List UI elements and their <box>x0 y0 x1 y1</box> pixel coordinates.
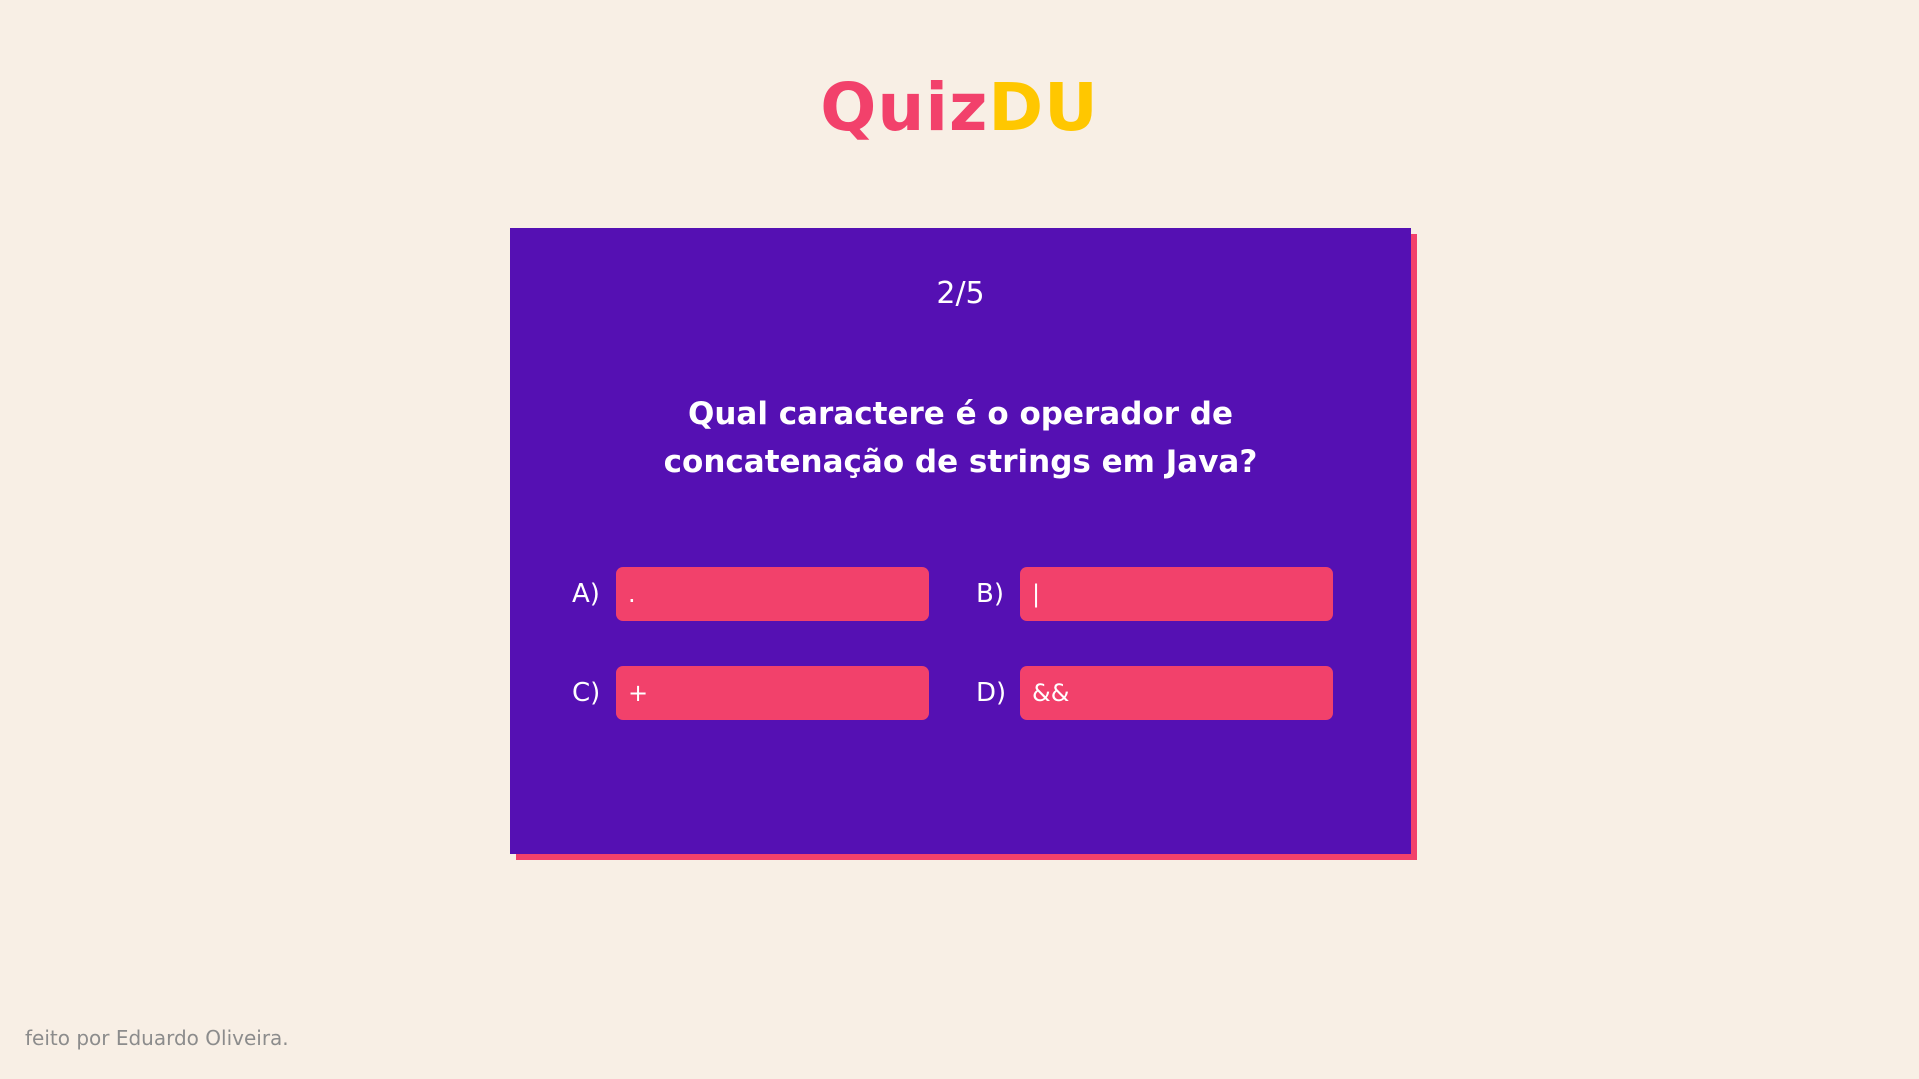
option-a: A) . <box>572 567 929 621</box>
option-b-letter: B) <box>976 579 1004 609</box>
quiz-card: 2/5 Qual caractere é o operador de conca… <box>510 228 1411 854</box>
logo-part-du: DU <box>988 69 1099 146</box>
option-d: D) && <box>976 666 1333 720</box>
option-a-letter: A) <box>572 579 600 609</box>
app-logo: QuizDU <box>0 68 1919 148</box>
footer-credit: feito por Eduardo Oliveira. <box>25 1026 289 1050</box>
question-counter: 2/5 <box>936 276 985 311</box>
option-c-letter: C) <box>572 678 601 708</box>
option-b-button[interactable]: | <box>1020 567 1333 621</box>
question-text: Qual caractere é o operador de concatena… <box>663 396 1258 480</box>
page: QuizDU 2/5 Qual caractere é o operador d… <box>0 0 1919 1079</box>
option-c: C) + <box>572 666 929 720</box>
option-c-button[interactable]: + <box>616 666 929 720</box>
option-d-button[interactable]: && <box>1020 666 1333 720</box>
option-d-letter: D) <box>976 678 1007 708</box>
logo-part-quiz: Quiz <box>820 69 989 146</box>
option-a-button[interactable]: . <box>616 567 929 621</box>
option-b: B) | <box>976 567 1333 621</box>
